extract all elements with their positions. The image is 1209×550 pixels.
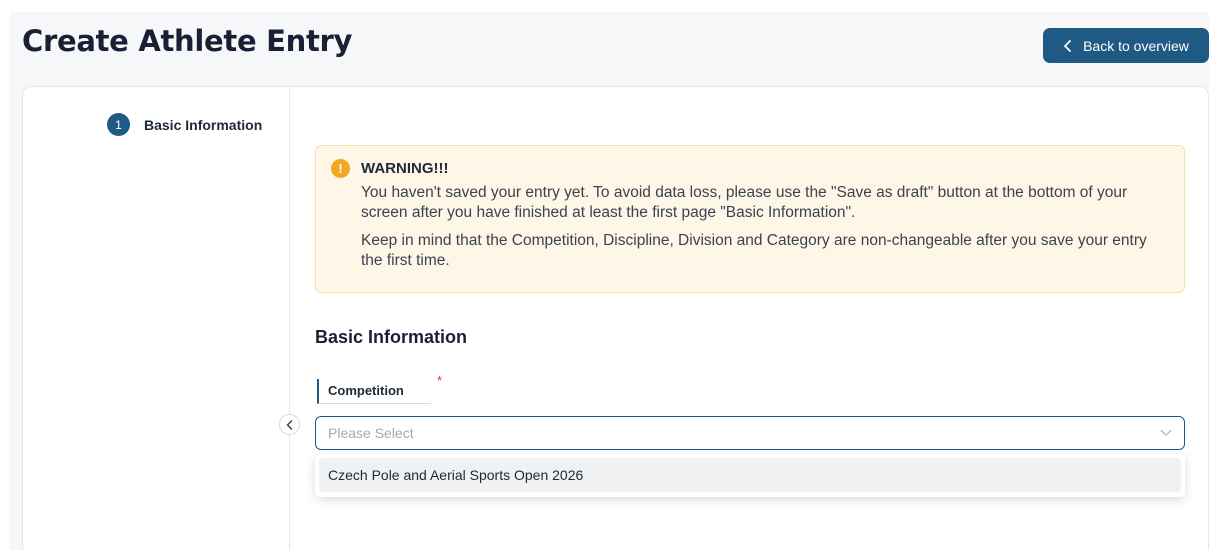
exclamation-circle-icon: ! [331,159,350,178]
step-basic-information[interactable]: 1 Basic Information [107,113,262,136]
competition-label: Competition [317,379,431,404]
chevron-left-icon [1064,39,1071,52]
sidebar-collapse-button[interactable] [279,414,300,435]
page-title: Create Athlete Entry [22,24,353,58]
step-label: Basic Information [144,116,263,133]
warning-text: Keep in mind that the Competition, Disci… [361,232,1147,269]
unsaved-warning-banner: ! WARNING!!! You haven't saved your entr… [315,145,1185,293]
back-button-label: Back to overview [1083,37,1189,54]
steps-sidebar: 1 Basic Information [23,87,290,550]
competition-select[interactable]: Please Select [315,416,1185,450]
competition-option[interactable]: Czech Pole and Aerial Sports Open 2026 [319,458,1181,492]
step-number-badge: 1 [107,113,130,136]
competition-dropdown: Czech Pole and Aerial Sports Open 2026 [315,454,1185,497]
competition-select-placeholder: Please Select [328,425,414,441]
warning-text: You haven't saved your entry yet. To avo… [361,184,1128,221]
chevron-left-icon [286,419,293,430]
required-marker: * [437,373,443,388]
chevron-down-icon [1160,429,1172,436]
entry-form-card: 1 Basic Information ! WARNING!!! You hav… [22,86,1209,550]
warning-title: WARNING!!! [361,160,449,177]
section-title: Basic Information [315,327,468,347]
back-to-overview-button[interactable]: Back to overview [1043,28,1209,63]
